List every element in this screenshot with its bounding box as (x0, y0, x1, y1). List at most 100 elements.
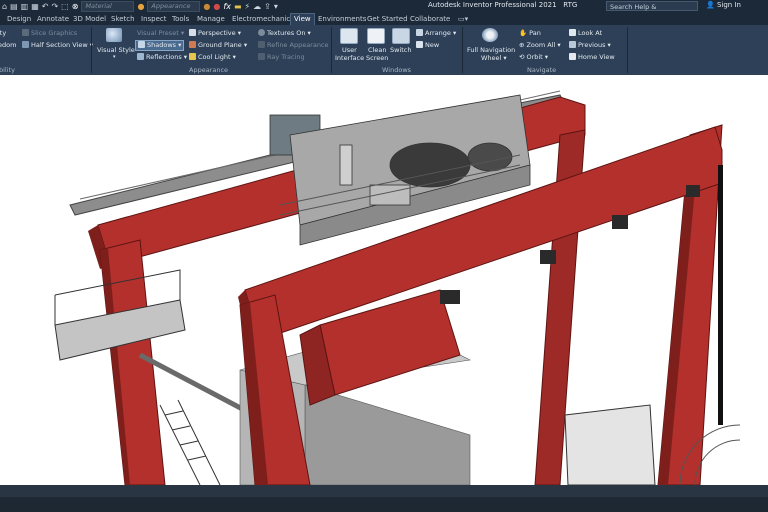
navigate-panel-label: Navigate (527, 66, 557, 74)
visual-style-button[interactable]: Visual Style (97, 46, 135, 54)
lighting-style-button[interactable]: Cool Light ▾ (189, 53, 236, 61)
previous-view-icon (569, 41, 576, 48)
share-icon[interactable]: ⇪ (264, 2, 271, 12)
arrange-button[interactable]: Arrange ▾ (416, 29, 456, 37)
ray-tracing-button[interactable]: Ray Tracing (258, 53, 305, 61)
measure-icon[interactable]: ▬ (234, 2, 242, 12)
new-window-button[interactable]: New (416, 41, 439, 49)
home-icon[interactable]: ⌂ (2, 2, 7, 12)
open-file-icon[interactable]: ▥ (21, 2, 29, 12)
tab-environments[interactable]: Environments (315, 14, 369, 25)
switch-window-button[interactable]: Switch (390, 46, 412, 54)
zoom-all-button[interactable]: ⊕ Zoom All ▾ (519, 41, 561, 49)
full-navigation-wheel-button[interactable]: Wheel ▾ (481, 54, 507, 62)
full-navigation-wheel-icon[interactable] (482, 28, 498, 42)
clean-screen-icon[interactable] (367, 28, 385, 44)
new-file-icon[interactable]: ▤ (10, 2, 18, 12)
slice-graphics-label: Slice Graphics (31, 29, 78, 37)
user-interface-icon[interactable] (340, 28, 358, 44)
new-window-icon (416, 41, 423, 48)
material-dropdown[interactable]: Material (81, 1, 135, 12)
graphics-window[interactable] (0, 75, 768, 485)
close-x-icon[interactable]: ⊗ (72, 2, 79, 12)
ground-plane-label: Ground Plane (198, 41, 242, 49)
light-bulb-icon (189, 53, 196, 60)
refine-appearance-icon (258, 41, 265, 48)
reflections-icon (137, 53, 144, 60)
appearance-sphere-icon: ● (137, 1, 145, 11)
undo-icon[interactable]: ↶ (42, 2, 49, 12)
sign-in-button[interactable]: 👤 Sign In (706, 1, 741, 9)
perspective-button[interactable]: Perspective ▾ (189, 29, 241, 37)
app-name: Autodesk Inventor Professional 2021 (428, 1, 557, 9)
parameters-icon[interactable]: fx (223, 2, 231, 12)
tab-view[interactable]: View (290, 13, 315, 25)
access-stairs (159, 399, 221, 485)
document-tab-bar (0, 497, 768, 512)
previous-view-button[interactable]: Previous ▾ (569, 41, 611, 49)
arrange-label: Arrange (425, 29, 451, 37)
tab-collaborate[interactable]: Collaborate (407, 14, 453, 25)
tab-annotate[interactable]: Annotate (34, 14, 72, 25)
arrange-icon (416, 29, 423, 36)
tab-sketch[interactable]: Sketch (108, 14, 138, 25)
cloud-icon[interactable]: ☁ (253, 2, 261, 12)
visual-preset-label: Visual Preset (137, 29, 179, 37)
adjust-icon[interactable]: ● (213, 2, 220, 12)
textures-on-button[interactable]: Textures On ▾ (258, 29, 311, 37)
windows-panel-label: Windows (382, 66, 412, 74)
tab-get-started[interactable]: Get Started (364, 14, 411, 25)
textures-icon (258, 29, 265, 36)
tab-tools[interactable]: Tools (169, 14, 192, 25)
window-title: Autodesk Inventor Professional 2021 RTG (428, 1, 577, 9)
pan-button[interactable]: ✋ Pan (519, 29, 541, 37)
textures-on-label: Textures On (267, 29, 306, 37)
appearance-dropdown[interactable]: Appearance (147, 1, 201, 12)
user-interface-label-1: User (342, 46, 357, 54)
tab-electromechanical[interactable]: Electromechanical (229, 14, 299, 25)
redo-icon[interactable]: ↷ (51, 2, 58, 12)
ground-plane-icon (189, 41, 196, 48)
clear-appearance-icon[interactable]: ● (203, 2, 210, 12)
reflections-button[interactable]: Reflections ▾ (137, 53, 187, 61)
refine-appearance-button[interactable]: Refine Appearance (258, 41, 329, 49)
shadows-icon (138, 41, 145, 48)
ribbon-tab-bar: Design Annotate 3D Model Sketch Inspect … (0, 13, 768, 25)
tab-design[interactable]: Design (4, 14, 34, 25)
half-section-view-button[interactable]: Half Section View ▾ (22, 41, 93, 49)
visual-preset-button[interactable]: Visual Preset ▾ (137, 29, 184, 37)
visual-style-icon[interactable] (106, 28, 122, 42)
visibility-item-1[interactable]: ity (0, 29, 6, 37)
customize-icon[interactable]: ▾ (274, 2, 278, 12)
pan-label: Pan (529, 29, 541, 37)
visibility-panel-label: bility (0, 66, 15, 74)
rtg-crane-model[interactable] (0, 75, 768, 485)
update-icon[interactable]: ⚡ (245, 2, 251, 12)
tab-manage[interactable]: Manage (194, 14, 228, 25)
switch-window-icon[interactable] (392, 28, 410, 44)
orbit-button[interactable]: ⟲ Orbit ▾ (519, 53, 548, 61)
slice-graphics-button[interactable]: Slice Graphics (22, 29, 77, 37)
look-at-label: Look At (578, 29, 603, 37)
refine-appearance-label: Refine Appearance (267, 41, 329, 49)
search-help-input[interactable]: Search Help & Commands... (606, 1, 698, 21)
look-at-button[interactable]: Look At (569, 29, 602, 37)
home-view-button[interactable]: Home View (569, 53, 615, 61)
shadows-button[interactable]: Shadows ▾ (135, 40, 185, 51)
quick-access-toolbar: ⌂ ▤ ▥ ▦ ↶ ↷ ⬚ ⊗ Material ● Appearance ● … (0, 1, 278, 12)
ribbon-toggle-icon[interactable]: ▭▾ (455, 14, 471, 25)
ribbon-divider (462, 27, 463, 73)
user-interface-button[interactable]: Interface (335, 54, 364, 62)
full-navigation-wheel-label-1: Full Navigation (467, 46, 516, 54)
full-navigation-wheel-label-2: Wheel (481, 54, 502, 62)
visibility-item-2[interactable]: edom (0, 41, 16, 49)
clean-screen-button[interactable]: Screen (366, 54, 388, 62)
select-icon[interactable]: ⬚ (61, 2, 69, 12)
save-icon[interactable]: ▦ (31, 2, 39, 12)
look-at-icon (569, 29, 576, 36)
ray-tracing-label: Ray Tracing (267, 53, 305, 61)
tab-3d-model[interactable]: 3D Model (70, 14, 109, 25)
visual-style-dropdown-icon[interactable]: ▾ (113, 54, 116, 60)
tab-inspect[interactable]: Inspect (138, 14, 170, 25)
ground-plane-button[interactable]: Ground Plane ▾ (189, 41, 247, 49)
